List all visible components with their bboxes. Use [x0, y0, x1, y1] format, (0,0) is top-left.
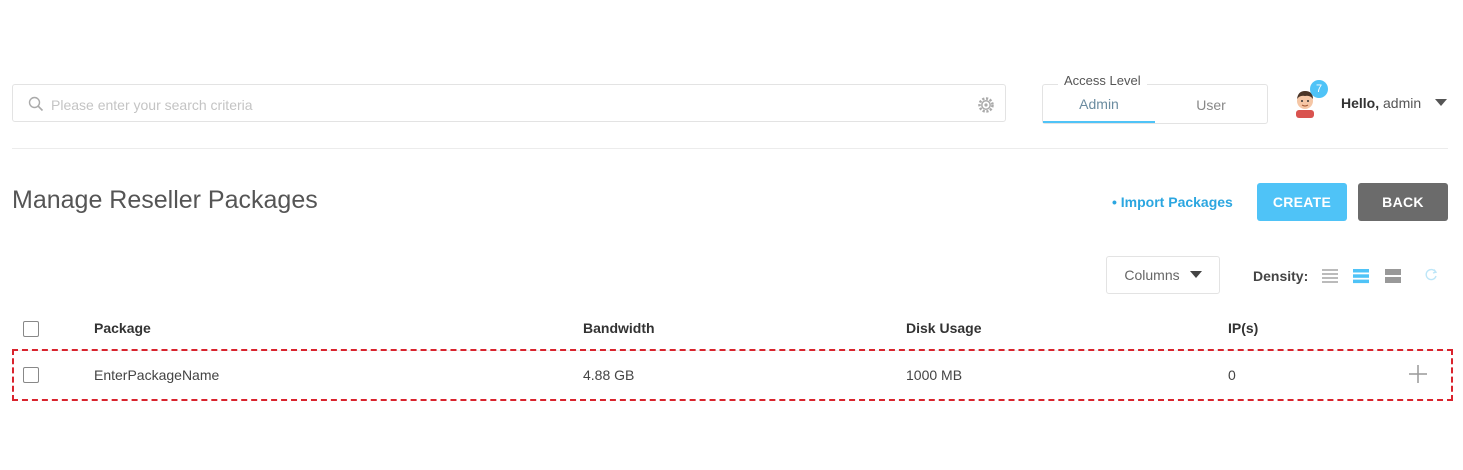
user-greeting[interactable]: Hello, admin — [1341, 95, 1421, 111]
columns-label: Columns — [1124, 267, 1180, 283]
columns-dropdown[interactable]: Columns — [1106, 256, 1220, 294]
user-name: admin — [1383, 95, 1422, 111]
gear-icon[interactable] — [977, 96, 995, 114]
search-icon — [28, 96, 44, 112]
density-comfortable-icon[interactable] — [1385, 268, 1401, 284]
back-button[interactable]: BACK — [1358, 183, 1448, 221]
density-standard-icon[interactable] — [1353, 268, 1369, 284]
chevron-down-icon[interactable] — [1434, 98, 1448, 108]
density-label: Density: — [1253, 268, 1309, 284]
bullet-icon: • — [1112, 194, 1121, 210]
page-title: Manage Reseller Packages — [12, 186, 318, 214]
column-header-bandwidth[interactable]: Bandwidth — [583, 320, 655, 336]
column-header-ips[interactable]: IP(s) — [1228, 320, 1258, 336]
create-button[interactable]: CREATE — [1257, 183, 1347, 221]
notification-badge[interactable]: 7 — [1310, 80, 1328, 98]
search-bar[interactable] — [12, 84, 1006, 122]
import-packages-link[interactable]: • Import Packages — [1112, 194, 1233, 210]
greeting-label: Hello, — [1341, 95, 1380, 111]
access-level-title: Access Level — [1058, 73, 1147, 88]
column-header-disk-usage[interactable]: Disk Usage — [906, 320, 981, 336]
density-compact-icon[interactable] — [1322, 268, 1338, 284]
header-divider — [12, 148, 1448, 149]
access-level-switch: Admin User — [1042, 84, 1268, 124]
row-highlight-annotation — [12, 349, 1453, 401]
access-option-admin[interactable]: Admin — [1043, 85, 1155, 123]
column-header-package[interactable]: Package — [94, 320, 151, 336]
access-option-user[interactable]: User — [1155, 85, 1267, 123]
select-all-checkbox[interactable] — [23, 321, 39, 337]
search-input[interactable] — [49, 93, 953, 117]
chevron-down-icon — [1189, 271, 1202, 278]
import-packages-label: Import Packages — [1120, 194, 1233, 210]
refresh-icon[interactable] — [1424, 268, 1438, 282]
